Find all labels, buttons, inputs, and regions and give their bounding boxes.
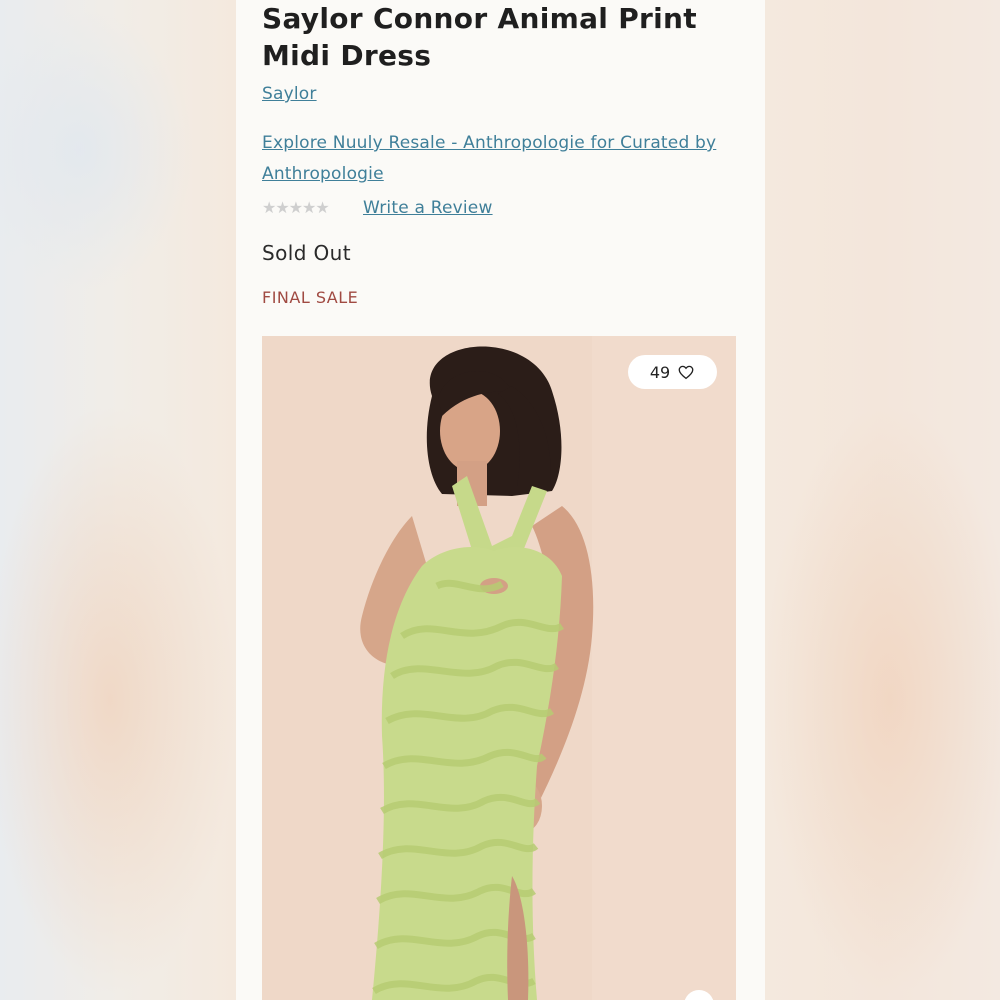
write-review-link[interactable]: Write a Review	[363, 198, 493, 218]
availability-status: Sold Out	[262, 241, 352, 265]
product-title: Saylor Connor Animal Print Midi Dress	[262, 2, 697, 72]
favorite-button[interactable]: 49	[628, 355, 717, 389]
collection-link[interactable]: Explore Nuuly Resale - Anthropologie for…	[262, 128, 732, 190]
rating-stars: ★★★★★	[262, 198, 330, 217]
heart-outline-icon	[678, 365, 694, 380]
favorites-count: 49	[649, 362, 671, 382]
brand-link[interactable]: Saylor	[262, 84, 317, 104]
model-photo	[262, 336, 736, 1000]
product-image[interactable]	[262, 336, 736, 1000]
final-sale-label: FINAL SALE	[262, 288, 359, 307]
